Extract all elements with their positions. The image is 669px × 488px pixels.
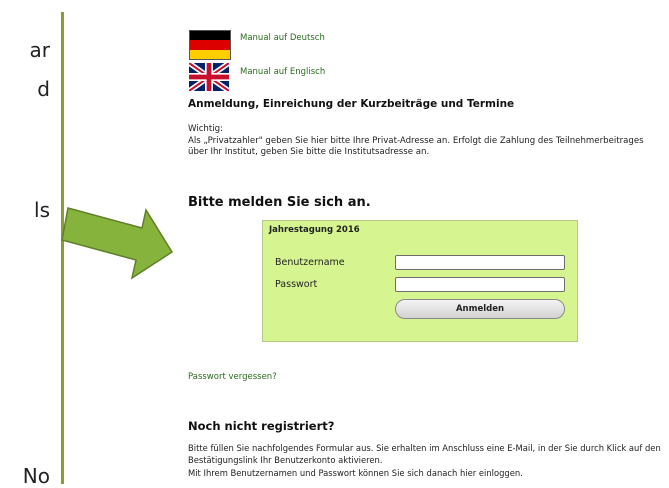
manual-english-link[interactable]: Manual auf Englisch [240,67,325,77]
username-input[interactable] [395,255,565,270]
password-input[interactable] [395,277,565,292]
cropped-text-fragment: d [37,77,50,101]
note-title: Wichtig: [188,124,223,134]
forgot-password-link[interactable]: Passwort vergessen? [188,372,277,382]
register-paragraph: Bitte füllen Sie nachfolgendes Formular … [188,443,661,465]
pointer-arrow-icon [61,207,174,280]
register-heading: Noch nicht registriert? [188,419,335,433]
login-box-title: Jahrestagung 2016 [269,225,360,235]
login-box: Jahrestagung 2016 Benutzername Passwort … [262,220,578,342]
left-panel-cropped: ar d ls No [0,0,50,488]
cropped-text-fragment: ls [34,198,50,222]
login-button[interactable]: Anmelden [395,299,565,319]
section-heading: Anmeldung, Einreichung der Kurzbeiträge … [188,98,515,110]
username-label: Benutzername [275,257,345,268]
register-paragraph: Mit Ihrem Benutzernamen und Passwort kön… [188,468,523,478]
important-note: Wichtig: Als „Privatzahler" geben Sie hi… [188,124,660,159]
note-text: Als „Privatzahler" geben Sie hier bitte … [188,135,644,158]
german-flag-icon[interactable] [189,30,231,60]
manual-german-link[interactable]: Manual auf Deutsch [240,33,325,43]
login-heading: Bitte melden Sie sich an. [188,195,371,210]
register-text: Bitte füllen Sie nachfolgendes Formular … [188,443,663,482]
password-label: Passwort [275,279,318,290]
cropped-text-fragment: ar [29,38,50,62]
uk-flag-icon[interactable] [187,60,231,94]
cropped-text-fragment: No [22,464,50,488]
